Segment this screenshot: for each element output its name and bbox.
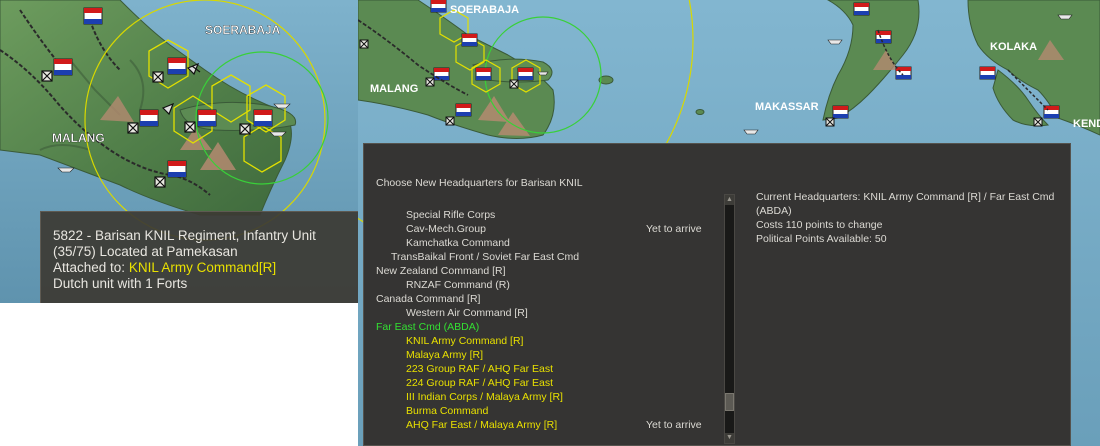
scroll-down-icon[interactable]: ▼ (725, 433, 734, 443)
hq-list-item[interactable]: KNIL Army Command [R] (376, 334, 706, 348)
map-label-soerabaja: SOERABAJA (205, 23, 281, 37)
dutch-flag-icon[interactable] (979, 66, 996, 80)
map-label-makassar: MAKASSAR (755, 101, 819, 113)
dutch-flag-icon[interactable] (167, 160, 187, 178)
fort-icon (445, 116, 455, 126)
fort-icon (152, 71, 164, 83)
dutch-flag-icon[interactable] (461, 33, 478, 47)
hq-list-item[interactable]: Cav-Mech.Group Yet to arrive (376, 222, 706, 236)
hq-item-label: Malaya Army [R] (406, 349, 484, 361)
unit-tooltip-line1: 5822 - Barisan KNIL Regiment, Infantry U… (53, 228, 316, 243)
hq-list-item[interactable]: Canada Command [R] (376, 292, 706, 306)
unit-tooltip-attached: Attached to: KNIL Army Command[R] (53, 260, 346, 276)
hq-item-label: TransBaikal Front / Soviet Far East Cmd (391, 251, 580, 263)
ship-icon (537, 71, 549, 76)
dutch-flag-icon[interactable] (167, 57, 187, 75)
fort-icon (425, 77, 435, 87)
hq-item-label: Far East Cmd (ABDA) (376, 321, 480, 333)
fort-icon (509, 79, 519, 89)
scroll-thumb[interactable] (725, 393, 734, 411)
hq-item-label: Western Air Command [R] (406, 307, 528, 319)
map-label-soerabaja: SOERABAJA (450, 4, 519, 16)
hq-item-label: Canada Command [R] (376, 293, 481, 305)
hq-item-label: AHQ Far East / Malaya Army [R] (406, 419, 558, 431)
dutch-flag-icon[interactable] (430, 0, 447, 13)
hq-list-item[interactable]: AHQ Far East / Malaya Army [R] Yet to arr… (376, 418, 706, 432)
hq-list-item[interactable]: III Indian Corps / Malaya Army [R] (376, 390, 706, 404)
dutch-flag-icon[interactable] (832, 105, 849, 119)
hq-item-label: KNIL Army Command [R] (406, 335, 524, 347)
hq-item-label: III Indian Corps / Malaya Army [R] (406, 391, 563, 403)
dutch-flag-icon[interactable] (433, 67, 450, 81)
hq-item-label: Kamchatka Command (406, 237, 510, 249)
hq-item-label: 224 Group RAF / AHQ Far East (406, 377, 554, 389)
political-points-text: Political Points Available: 50 (756, 233, 887, 245)
hq-list-scrollbar[interactable]: ▲ ▼ (724, 194, 735, 444)
dutch-flag-icon[interactable] (455, 103, 472, 117)
fort-icon (359, 39, 369, 49)
scroll-up-icon[interactable]: ▲ (725, 195, 734, 205)
dutch-flag-icon[interactable] (83, 7, 103, 25)
fort-icon (127, 122, 139, 134)
hq-item-label: Burma Command (406, 405, 489, 417)
fort-icon (239, 123, 251, 135)
hq-item-label: New Zealand Command [R] (376, 265, 506, 277)
hq-list-item[interactable]: Western Air Command [R] (376, 306, 706, 320)
hq-item-status: Yet to arrive (646, 419, 702, 431)
dutch-flag-icon[interactable] (139, 109, 159, 127)
unit-tooltip-line4: Dutch unit with 1 Forts (53, 276, 188, 291)
hq-list-item[interactable]: New Zealand Command [R] (376, 264, 706, 278)
map-label-malang: MALANG (52, 131, 105, 145)
fort-icon (184, 121, 196, 133)
map-label-kend: KEND (1073, 118, 1100, 130)
hq-list-item[interactable]: 223 Group RAF / AHQ Far East (376, 362, 706, 376)
fort-icon (825, 117, 835, 127)
dutch-flag-icon[interactable] (1043, 105, 1060, 119)
map-label-malang: MALANG (370, 83, 418, 95)
dutch-flag-icon[interactable] (197, 109, 217, 127)
unit-tooltip-line2: (35/75) Located at Pamekasan (53, 244, 238, 259)
hq-list: Special Rifle Corps Cav-Mech.Group Yet to … (376, 208, 706, 432)
hq-list-item[interactable]: Far East Cmd (ABDA) (376, 320, 706, 334)
hq-list-item[interactable]: Special Rifle Corps (376, 208, 706, 222)
map-label-kolaka: KOLAKA (990, 41, 1037, 53)
dutch-flag-icon[interactable] (853, 2, 870, 16)
dutch-flag-icon[interactable] (475, 67, 492, 81)
fort-icon (41, 70, 53, 82)
map-view-left[interactable]: SOERABAJA MALANG 5822 - Barisan KNIL Reg… (0, 0, 358, 303)
current-hq-text: Current Headquarters: KNIL Army Command … (756, 191, 1055, 217)
attached-prefix: Attached to: (53, 260, 129, 275)
dutch-flag-icon[interactable] (517, 67, 534, 81)
unit-info-tooltip: 5822 - Barisan KNIL Regiment, Infantry U… (40, 211, 358, 303)
hq-item-label: Cav-Mech.Group (406, 223, 486, 235)
attached-hq: KNIL Army Command[R] (128, 260, 277, 275)
hq-list-item[interactable]: Burma Command (376, 404, 706, 418)
hq-list-item[interactable]: RNZAF Command (R) (376, 278, 706, 292)
dialog-title: Choose New Headquarters for Barisan KNIL (376, 177, 583, 189)
hq-item-label: 223 Group RAF / AHQ Far East (406, 363, 554, 375)
hq-list-item[interactable]: Malaya Army [R] (376, 348, 706, 362)
hq-item-label: Special Rifle Corps (406, 209, 496, 221)
hq-item-label: RNZAF Command (R) (406, 279, 510, 291)
dutch-flag-icon[interactable] (895, 66, 912, 80)
hq-list-item[interactable]: 224 Group RAF / AHQ Far East (376, 376, 706, 390)
fort-icon (154, 176, 166, 188)
hq-selection-dialog: Choose New Headquarters for Barisan KNIL… (363, 143, 1071, 446)
change-cost-text: Costs 110 points to change (756, 219, 883, 231)
hq-list-item[interactable]: TransBaikal Front / Soviet Far East Cmd (376, 250, 706, 264)
hq-info: Current Headquarters: KNIL Army Command … (756, 190, 1070, 246)
hq-item-status: Yet to arrive (646, 223, 702, 235)
dutch-flag-icon[interactable] (53, 58, 73, 76)
hq-list-item[interactable]: Kamchatka Command (376, 236, 706, 250)
fort-icon (1033, 117, 1043, 127)
dutch-flag-icon[interactable] (253, 109, 273, 127)
